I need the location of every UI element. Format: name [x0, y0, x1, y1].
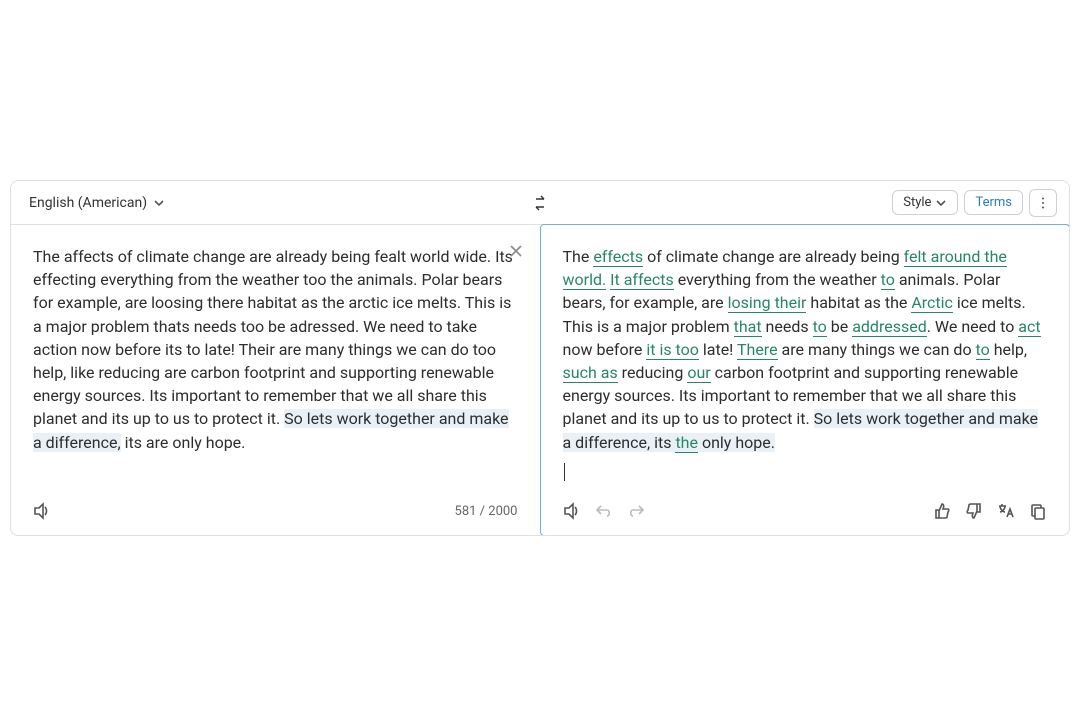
language-select[interactable]: English (American) — [23, 191, 171, 215]
chevron-down-icon — [153, 197, 165, 209]
text-span: The — [563, 247, 594, 266]
text-span: be — [827, 317, 852, 336]
text-cursor — [564, 463, 565, 481]
correction-highlight: addressed — [852, 317, 927, 337]
speak-output-button[interactable] — [563, 502, 581, 520]
editor-app: English (American) Style Terms — [10, 180, 1070, 536]
translate-button[interactable] — [997, 502, 1015, 520]
correction-highlight: It affects — [610, 270, 674, 290]
topbar-right: Style Terms — [892, 189, 1057, 217]
text-span: reducing — [618, 363, 688, 382]
terms-label: Terms — [975, 195, 1012, 210]
correction-highlight: such as — [563, 363, 618, 383]
correction-highlight: to — [881, 270, 895, 290]
text-span: its are only hope. — [121, 433, 246, 452]
input-text[interactable]: The affects of climate change are alread… — [33, 245, 518, 481]
speak-input-button[interactable] — [33, 502, 51, 520]
correction-highlight: act — [1018, 317, 1040, 337]
undo-button[interactable] — [595, 502, 613, 520]
correction-highlight: it is too — [646, 340, 699, 360]
text-span: habitat as the — [806, 293, 911, 312]
topbar: English (American) Style Terms — [11, 181, 1069, 225]
correction-highlight: that — [734, 317, 762, 337]
correction-highlight: There — [737, 340, 778, 360]
text-span: needs — [762, 317, 813, 336]
thumbs-up-button[interactable] — [933, 502, 951, 520]
selection-span: only hope. — [698, 433, 775, 452]
text-span: help, — [990, 340, 1027, 359]
swap-languages-button[interactable] — [532, 195, 548, 211]
output-footer — [563, 499, 1048, 523]
editor-panes: The affects of climate change are alread… — [11, 225, 1069, 535]
text-span: now before — [563, 340, 647, 359]
correction-highlight: our — [687, 363, 710, 383]
correction-highlight: to — [976, 340, 990, 360]
input-footer: 581 / 2000 — [33, 499, 518, 523]
text-span: . We need to — [927, 317, 1019, 336]
correction-highlight: Arctic — [911, 293, 953, 313]
text-span: The affects of climate change are alread… — [33, 247, 513, 428]
text-span: late! — [699, 340, 737, 359]
text-span: of climate change are already being — [643, 247, 904, 266]
language-label: English (American) — [29, 195, 147, 211]
copy-button[interactable] — [1029, 502, 1047, 520]
text-span: everything from the weather — [674, 270, 881, 289]
text-span: are many things we can do — [778, 340, 976, 359]
correction-highlight: the — [675, 433, 698, 453]
output-pane: The effects of climate change are alread… — [540, 224, 1071, 536]
terms-link[interactable]: Terms — [964, 190, 1023, 215]
kebab-icon — [1036, 196, 1050, 210]
thumbs-down-button[interactable] — [965, 502, 983, 520]
more-menu-button[interactable] — [1029, 189, 1057, 217]
style-label: Style — [903, 195, 931, 210]
style-button[interactable]: Style — [892, 190, 958, 215]
redo-button[interactable] — [627, 502, 645, 520]
input-pane: The affects of climate change are alread… — [11, 225, 540, 535]
output-text[interactable]: The effects of climate change are alread… — [563, 245, 1048, 463]
correction-highlight: to — [813, 317, 827, 337]
correction-highlight: losing their — [728, 293, 807, 313]
chevron-down-icon — [935, 197, 947, 209]
clear-input-button[interactable] — [508, 243, 524, 259]
correction-highlight: effects — [593, 247, 643, 267]
char-count: 581 / 2000 — [455, 504, 518, 519]
